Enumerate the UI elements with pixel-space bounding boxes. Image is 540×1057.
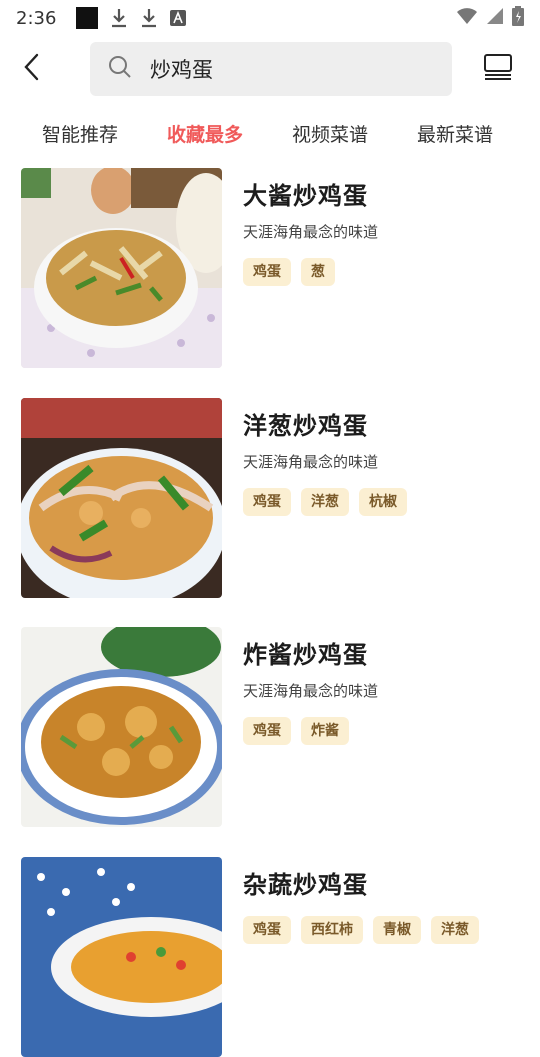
tag-list: 鸡蛋 洋葱 杭椒 (243, 488, 523, 516)
recipe-title: 杂蔬炒鸡蛋 (243, 871, 368, 899)
status-bar: 2:36 (0, 0, 540, 36)
tab-smart-recommend[interactable]: 智能推荐 (42, 120, 118, 147)
recipe-subtitle: 天涯海角最念的味道 (243, 682, 379, 700)
ingredient-tag: 鸡蛋 (243, 488, 291, 516)
ingredient-tag: 葱 (301, 258, 335, 286)
tab-latest-recipes[interactable]: 最新菜谱 (417, 120, 493, 147)
recipe-subtitle: 天涯海角最念的味道 (243, 223, 379, 241)
recipe-item[interactable]: 大酱炒鸡蛋 天涯海角最念的味道 鸡蛋 葱 (21, 168, 521, 368)
ingredient-tag: 洋葱 (431, 916, 479, 944)
category-tabs: 智能推荐 收藏最多 视频菜谱 最新菜谱 (0, 112, 540, 156)
battery-icon (512, 6, 524, 30)
recipe-item[interactable]: 洋葱炒鸡蛋 天涯海角最念的味道 鸡蛋 洋葱 杭椒 (21, 398, 521, 598)
recipe-subtitle: 天涯海角最念的味道 (243, 453, 379, 471)
recipe-image (21, 627, 222, 827)
back-button[interactable] (2, 40, 62, 98)
download-icon (140, 7, 158, 29)
chevron-left-icon (23, 53, 41, 85)
ingredient-tag: 洋葱 (301, 488, 349, 516)
recipe-title: 洋葱炒鸡蛋 (243, 412, 368, 440)
notification-square-icon (76, 7, 98, 29)
recipe-title: 大酱炒鸡蛋 (243, 182, 368, 210)
download-icon (110, 7, 128, 29)
tab-video-recipes[interactable]: 视频菜谱 (292, 120, 368, 147)
recipe-title: 炸酱炒鸡蛋 (243, 641, 368, 669)
ingredient-tag: 青椒 (373, 916, 421, 944)
ingredient-tag: 鸡蛋 (243, 717, 291, 745)
ingredient-tag: 炸酱 (301, 717, 349, 745)
search-query: 炒鸡蛋 (150, 58, 213, 82)
ingredient-tag: 西红柿 (301, 916, 363, 944)
tag-list: 鸡蛋 西红柿 青椒 洋葱 (243, 916, 523, 944)
search-header: 炒鸡蛋 (0, 40, 540, 98)
recipe-item[interactable]: 炸酱炒鸡蛋 天涯海角最念的味道 鸡蛋 炸酱 (21, 627, 521, 827)
recipe-item[interactable]: 杂蔬炒鸡蛋 鸡蛋 西红柿 青椒 洋葱 (21, 857, 521, 1057)
search-icon (108, 55, 132, 83)
wifi-icon (456, 7, 478, 29)
tag-list: 鸡蛋 炸酱 (243, 717, 523, 745)
status-time: 2:36 (16, 7, 57, 29)
ingredient-tag: 鸡蛋 (243, 258, 291, 286)
recipe-image (21, 168, 222, 368)
list-view-icon (483, 53, 513, 85)
tab-most-favorited[interactable]: 收藏最多 (167, 120, 243, 147)
signal-icon (486, 7, 504, 29)
recipe-image (21, 398, 222, 598)
font-a-icon (170, 10, 186, 26)
tag-list: 鸡蛋 葱 (243, 258, 523, 286)
ingredient-tag: 鸡蛋 (243, 916, 291, 944)
list-view-button[interactable] (482, 53, 514, 85)
ingredient-tag: 杭椒 (359, 488, 407, 516)
search-input[interactable]: 炒鸡蛋 (90, 42, 452, 96)
recipe-image (21, 857, 222, 1057)
